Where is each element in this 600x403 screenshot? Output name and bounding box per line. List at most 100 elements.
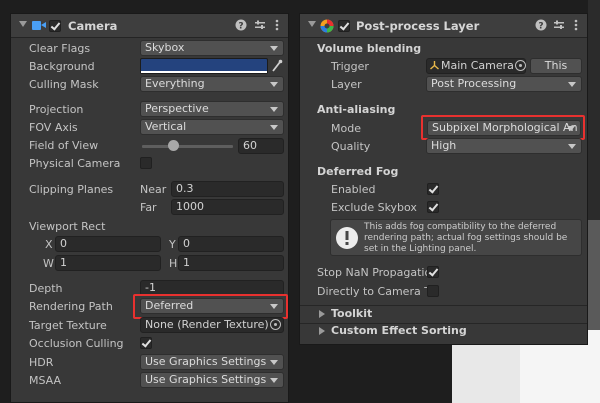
volume-blending-section: Volume blending	[317, 42, 422, 55]
target-texture-field[interactable]: None (Render Texture)	[140, 317, 284, 333]
svg-text:?: ?	[238, 22, 243, 32]
fov-axis-dropdown[interactable]: Vertical	[140, 119, 284, 135]
layer-value: Post Processing	[431, 77, 517, 90]
viewport-h-input[interactable]: 1	[178, 255, 284, 271]
depth-label: Depth	[29, 282, 63, 295]
exclude-skybox-label: Exclude Skybox	[331, 201, 417, 214]
trigger-object-field[interactable]: Main Camera	[426, 58, 526, 74]
clear-flags-value: Skybox	[145, 41, 185, 54]
layer-dropdown[interactable]: Post Processing	[426, 76, 582, 92]
this-button[interactable]: This	[530, 58, 582, 74]
msaa-value: Use Graphics Settings	[145, 373, 267, 386]
chevron-down-icon	[270, 82, 278, 87]
camera-foldout-arrow-icon[interactable]	[19, 21, 27, 27]
projection-dropdown[interactable]: Perspective	[140, 101, 284, 117]
quality-label: Quality	[331, 140, 371, 153]
field-of-view-slider-track[interactable]	[142, 145, 233, 148]
viewport-y-input[interactable]: 0	[178, 236, 284, 252]
field-of-view-label: Field of View	[29, 139, 99, 152]
help-icon[interactable]: ?	[535, 19, 547, 32]
object-picker-icon[interactable]	[270, 319, 281, 330]
postprocess-header: Post-process Layer ?	[300, 14, 587, 38]
preset-icon[interactable]	[254, 19, 266, 32]
fog-info-line2: rendering path; actual fog settings shou…	[364, 233, 568, 243]
viewport-w-input[interactable]: 1	[55, 255, 161, 271]
svg-text:?: ?	[538, 22, 543, 32]
viewport-rect-label: Viewport Rect	[29, 220, 106, 233]
help-icon[interactable]: ?	[235, 19, 247, 32]
far-input[interactable]: 1000	[171, 199, 284, 215]
chevron-down-icon	[270, 125, 278, 130]
custom-effect-sorting-foldout-arrow-icon[interactable]	[319, 327, 325, 335]
info-icon	[335, 226, 359, 253]
fog-info-line3: set in the Lighting panel.	[364, 244, 477, 254]
clipping-planes-label: Clipping Planes	[29, 183, 114, 196]
background-label: Background	[29, 60, 95, 73]
background-color-field[interactable]	[140, 58, 268, 74]
toolkit-foldout[interactable]: Toolkit	[331, 307, 372, 320]
fov-axis-label: FOV Axis	[29, 121, 78, 134]
object-picker-icon[interactable]	[515, 60, 526, 71]
fog-info-box: This adds fog compatibility to the defer…	[330, 219, 582, 256]
viewport-x-label: X	[45, 238, 53, 251]
viewport-y-label: Y	[169, 238, 176, 251]
postprocess-icon	[320, 19, 334, 36]
target-texture-label: Target Texture	[29, 319, 107, 332]
eyedropper-icon[interactable]	[271, 59, 283, 76]
field-of-view-input[interactable]: 60	[238, 138, 284, 154]
msaa-label: MSAA	[29, 374, 62, 387]
fov-axis-value: Vertical	[145, 120, 187, 133]
stop-nan-label: Stop NaN Propagatio	[317, 266, 432, 279]
fog-info-line1: This adds fog compatibility to the defer…	[364, 222, 557, 232]
camera-header: Camera ?	[11, 14, 288, 38]
aa-mode-highlight	[421, 115, 585, 140]
projection-value: Perspective	[145, 102, 209, 115]
postprocess-foldout-arrow-icon[interactable]	[308, 21, 316, 27]
far-label: Far	[140, 201, 157, 214]
direct-to-camera-checkbox[interactable]	[427, 285, 439, 297]
occlusion-culling-label: Occlusion Culling	[29, 337, 124, 350]
more-icon[interactable]	[271, 19, 283, 32]
fog-enabled-checkbox[interactable]	[427, 183, 439, 195]
toolkit-foldout-arrow-icon[interactable]	[319, 310, 325, 318]
near-input[interactable]: 0.3	[171, 181, 284, 197]
viewport-x-input[interactable]: 0	[55, 236, 161, 252]
direct-to-camera-label: Directly to Camera T	[317, 285, 431, 298]
aa-quality-value: High	[431, 139, 457, 152]
hdr-dropdown[interactable]: Use Graphics Settings	[140, 354, 284, 370]
toolkit-divider	[300, 305, 587, 306]
preset-icon[interactable]	[553, 19, 565, 32]
camera-enabled-checkbox[interactable]	[49, 20, 61, 32]
postprocess-title: Post-process Layer	[356, 19, 480, 33]
stop-nan-checkbox[interactable]	[427, 266, 439, 278]
postprocess-enabled-checkbox[interactable]	[338, 20, 350, 32]
viewport-w-label: W	[43, 257, 54, 270]
transform-icon	[430, 61, 439, 73]
custom-effect-sorting-foldout[interactable]: Custom Effect Sorting	[331, 324, 467, 337]
chevron-down-icon	[270, 378, 278, 383]
field-of-view-slider-thumb[interactable]	[168, 140, 179, 151]
msaa-dropdown[interactable]: Use Graphics Settings	[140, 372, 284, 388]
postprocess-layer-panel: Post-process Layer ? Volume blending Tri…	[299, 13, 588, 345]
trigger-value: Main Camera	[441, 59, 514, 72]
chevron-down-icon	[270, 107, 278, 112]
rendering-path-label: Rendering Path	[29, 300, 113, 313]
more-icon[interactable]	[570, 19, 582, 32]
hdr-value: Use Graphics Settings	[145, 355, 267, 368]
chevron-down-icon	[270, 46, 278, 51]
camera-inspector-panel: Camera ? Clear Flags Skybox Background C…	[10, 13, 289, 403]
chevron-down-icon	[270, 360, 278, 365]
chevron-down-icon	[568, 82, 576, 87]
physical-camera-label: Physical Camera	[29, 157, 121, 170]
near-label: Near	[140, 183, 167, 196]
clear-flags-dropdown[interactable]: Skybox	[140, 40, 284, 56]
occlusion-culling-checkbox[interactable]	[140, 337, 152, 349]
exclude-skybox-checkbox[interactable]	[427, 201, 439, 213]
anti-aliasing-section: Anti-aliasing	[317, 103, 396, 116]
culling-mask-dropdown[interactable]: Everything	[140, 76, 284, 92]
deferred-fog-section: Deferred Fog	[317, 165, 399, 178]
fog-enabled-label: Enabled	[331, 183, 376, 196]
physical-camera-checkbox[interactable]	[140, 157, 152, 169]
aa-quality-dropdown[interactable]: High	[426, 138, 582, 154]
layer-label: Layer	[331, 78, 362, 91]
